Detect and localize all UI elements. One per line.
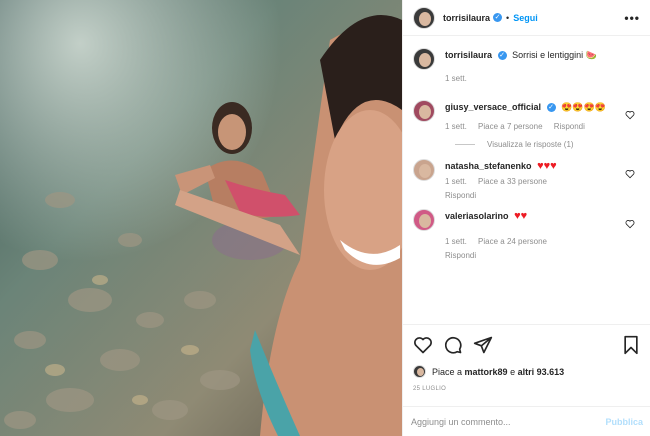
post-photo[interactable] [0,0,402,436]
instagram-post: torrisilaura ✓ • Segui ••• torrisilaura … [0,0,650,436]
commenter-username[interactable]: natasha_stefanenko [445,161,532,171]
reply-button[interactable]: Rispondi [445,191,476,200]
post-panel: torrisilaura ✓ • Segui ••• torrisilaura … [402,0,650,436]
caption: torrisilaura ✓ Sorrisi e lentiggini 🍉 1 … [413,48,641,86]
replies-divider [455,144,475,145]
caption-text: Sorrisi e lentiggini [512,50,584,60]
reply-button[interactable]: Rispondi [445,251,476,260]
likes-prefix: Piace a [432,366,463,377]
view-replies-button[interactable]: Visualizza le risposte (1) [455,140,641,149]
commenter-avatar[interactable] [413,159,435,181]
caption-avatar[interactable] [413,48,435,70]
author-avatar[interactable] [413,6,435,29]
comment-item: natasha_stefanenko ♥♥♥ 1 sett. Piace a 3… [413,159,641,203]
commenter-avatar[interactable] [413,100,435,122]
comment-icon[interactable] [443,335,463,355]
author-username[interactable]: torrisilaura [443,13,490,23]
likes-and: e [510,366,516,377]
comments-list: torrisilaura ✓ Sorrisi e lentiggini 🍉 1 … [403,48,650,269]
photo-illustration [0,0,402,436]
comment-input[interactable] [411,416,606,427]
heart-icon[interactable] [625,110,635,120]
comment-likes[interactable]: Piace a 24 persone [478,237,547,246]
action-bar: Piace a mattork89 e altri 93.613 25 LUGL… [403,324,650,392]
verified-icon: ✓ [497,51,507,61]
separator: • [506,12,510,23]
publish-button[interactable]: Pubblica [605,417,643,427]
verified-icon: ✓ [546,103,556,113]
comment-time[interactable]: 1 sett. [445,177,467,186]
heart-icon[interactable] [413,335,433,355]
comment-time[interactable]: 1 sett. [445,237,467,246]
post-header: torrisilaura ✓ • Segui ••• [403,0,650,36]
follow-button[interactable]: Segui [513,13,538,23]
comment-likes[interactable]: Piace a 33 persone [478,177,547,186]
likes-count[interactable]: altri 93.613 [518,367,565,377]
heart-icon[interactable] [625,169,635,179]
commenter-avatar[interactable] [413,209,435,231]
more-icon[interactable]: ••• [624,11,640,25]
add-comment-bar: Pubblica [403,406,650,436]
post-date[interactable]: 25 LUGLIO [413,386,641,392]
share-icon[interactable] [473,335,493,355]
comment-text: ♥♥♥ [537,160,557,172]
bookmark-icon[interactable] [621,335,641,355]
comment-item: giusy_versace_official ✓ 😍😍😍😍 1 sett. Pi… [413,100,641,134]
watermelon-emoji: 🍉 [585,50,597,60]
liker-username[interactable]: mattork89 [465,367,508,377]
commenter-username[interactable]: giusy_versace_official [445,102,541,112]
verified-icon: ✓ [493,13,503,22]
comment-item: valeriasolarino ♥♥ 1 sett. Piace a 24 pe… [413,209,641,263]
commenter-username[interactable]: valeriasolarino [445,211,509,221]
comment-text: 😍😍😍😍 [561,102,606,112]
reply-button[interactable]: Rispondi [554,122,585,131]
heart-icon[interactable] [625,219,635,229]
liker-avatar[interactable] [413,365,426,378]
comment-time[interactable]: 1 sett. [445,122,467,131]
caption-time[interactable]: 1 sett. [445,74,467,83]
comment-text: ♥♥ [514,210,528,222]
likes-summary: Piace a mattork89 e altri 93.613 [413,365,641,378]
caption-username[interactable]: torrisilaura [445,50,492,60]
view-replies-label: Visualizza le risposte (1) [487,140,574,149]
comment-likes[interactable]: Piace a 7 persone [478,122,543,131]
